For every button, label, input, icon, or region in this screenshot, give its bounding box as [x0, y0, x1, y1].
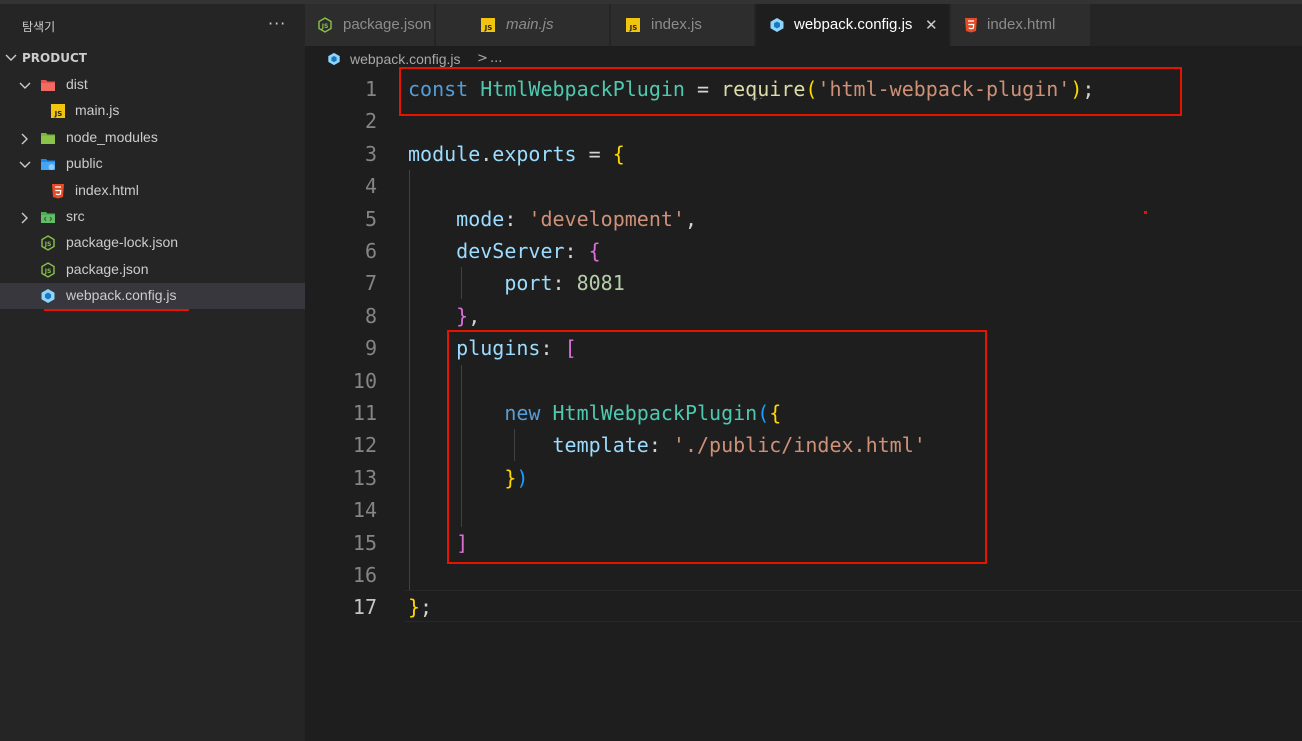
tree-item-src[interactable]: src [0, 204, 305, 230]
node-json-icon: JS [41, 235, 55, 251]
tree-item-label: dist [66, 76, 88, 92]
tree-item-label: package.json [66, 261, 149, 277]
webpack-icon [41, 289, 55, 303]
chevron-down-icon [19, 161, 31, 168]
code-line-5: mode: 'development', [456, 207, 698, 231]
tree-item-index-html[interactable]: index.html [0, 178, 305, 204]
line-number: 13 [352, 466, 377, 490]
line-number: 15 [352, 531, 377, 555]
webpack-icon [770, 18, 784, 32]
chevron-down-icon [19, 82, 31, 89]
line-number: 7 [364, 271, 377, 295]
chevron-down-icon [5, 54, 17, 61]
tree-item-package-json[interactable]: JS package.json [0, 257, 305, 283]
project-section-header[interactable]: PRODUCT [0, 46, 305, 72]
line-number: 4 [364, 174, 377, 198]
code-line-13: }) [504, 466, 529, 490]
html-file-icon [965, 18, 977, 33]
tab-index-js[interactable]: JS index.js [611, 4, 755, 46]
tree-item-label: src [66, 208, 85, 224]
line-number: 17 [352, 595, 377, 619]
line-number: 10 [352, 369, 377, 393]
tree-item-label: package-lock.json [66, 234, 179, 250]
chevron-right-icon [21, 212, 28, 224]
line-number: 6 [364, 239, 377, 263]
hint-dots: ··· [751, 94, 764, 105]
code-line-11: new HtmlWebpackPlugin({ [504, 401, 782, 425]
breadcrumb: webpack.config.js > ... [305, 46, 1302, 72]
annotation-underline [44, 309, 189, 311]
tab-label: webpack.config.js [794, 16, 913, 33]
line-number: 1 [364, 77, 377, 101]
tab-label: index.html [987, 16, 1056, 33]
line-number: 9 [364, 336, 377, 360]
chevron-right-icon [21, 133, 28, 145]
folder-node-icon [41, 133, 55, 144]
tree-item-label: index.html [75, 182, 139, 198]
svg-text:JS: JS [629, 24, 638, 32]
breadcrumb-separator: > [477, 51, 488, 66]
line-number: 8 [364, 304, 377, 328]
line-number: 16 [352, 563, 377, 587]
js-file-icon: JS [481, 18, 495, 32]
code-line-6: devServer: { [456, 239, 601, 263]
code-line-15: ] [456, 531, 469, 555]
folder-src-icon [41, 212, 55, 223]
more-actions-icon[interactable]: ··· [268, 14, 286, 33]
tree-item-label: main.js [75, 102, 120, 118]
tree-item-dist[interactable]: dist [0, 72, 305, 98]
tab-webpack-config-js[interactable]: webpack.config.js ✕ [756, 4, 950, 46]
tab-label: main.js [506, 16, 554, 33]
svg-text:JS: JS [484, 24, 493, 32]
line-number: 12 [352, 433, 377, 457]
explorer-sidebar: 탐색기 ··· PRODUCT dist JS main.js node_mod… [0, 0, 305, 741]
tree-item-label: public [66, 155, 103, 171]
js-file-icon: JS [51, 104, 65, 118]
tab-main-js[interactable]: JS main.js [436, 4, 610, 46]
breadcrumb-more[interactable]: ... [490, 51, 502, 66]
webpack-icon [328, 52, 340, 66]
line-number: 11 [352, 401, 377, 425]
svg-text:JS: JS [321, 23, 329, 30]
tree-item-package-lock-json[interactable]: JS package-lock.json [0, 230, 305, 256]
tree-item-node-modules[interactable]: node_modules [0, 125, 305, 151]
editor-tab-bar: JS package.json JS main.js JS index.js w… [305, 0, 1302, 46]
code-line-7: port: 8081 [504, 271, 625, 295]
tree-item-label: node_modules [66, 129, 158, 145]
tab-package-json[interactable]: JS package.json [305, 4, 435, 46]
annotation-dot [1144, 211, 1147, 214]
code-editor[interactable]: 1 2 3 4 5 6 7 8 9 10 11 12 13 14 15 16 1… [305, 67, 1302, 741]
svg-text:JS: JS [44, 268, 52, 275]
tab-label: package.json [343, 16, 432, 33]
line-number: 3 [364, 142, 377, 166]
code-line-8: }, [456, 304, 481, 328]
tab-index-html[interactable]: index.html [951, 4, 1091, 46]
tree-item-main-js[interactable]: JS main.js [0, 98, 305, 124]
html-file-icon [52, 184, 64, 199]
explorer-header: 탐색기 ··· [0, 4, 305, 44]
code-line-17: }; [408, 595, 433, 619]
tab-label: index.js [651, 16, 702, 33]
node-json-icon: JS [41, 262, 55, 278]
svg-text:JS: JS [44, 241, 52, 248]
explorer-title: 탐색기 [22, 20, 56, 34]
project-name: PRODUCT [22, 51, 87, 65]
tree-item-public[interactable]: public [0, 151, 305, 177]
node-json-icon: JS [318, 17, 332, 33]
line-number: 5 [364, 207, 377, 231]
line-number: 2 [364, 109, 377, 133]
svg-text:JS: JS [54, 110, 63, 118]
tree-item-webpack-config-js[interactable]: webpack.config.js [0, 283, 305, 309]
code-line-9: plugins: [ [456, 336, 577, 360]
breadcrumb-file[interactable]: webpack.config.js [350, 51, 461, 67]
close-icon[interactable]: ✕ [925, 16, 938, 34]
folder-dist-icon [41, 80, 55, 91]
code-line-3: module.exports = { [408, 142, 625, 166]
line-number: 14 [352, 498, 377, 522]
js-file-icon: JS [626, 18, 640, 32]
code-line-12: template: './public/index.html' [552, 433, 926, 457]
folder-public-icon [41, 159, 55, 170]
tree-item-label: webpack.config.js [66, 287, 177, 303]
current-line-highlight [404, 590, 1302, 622]
